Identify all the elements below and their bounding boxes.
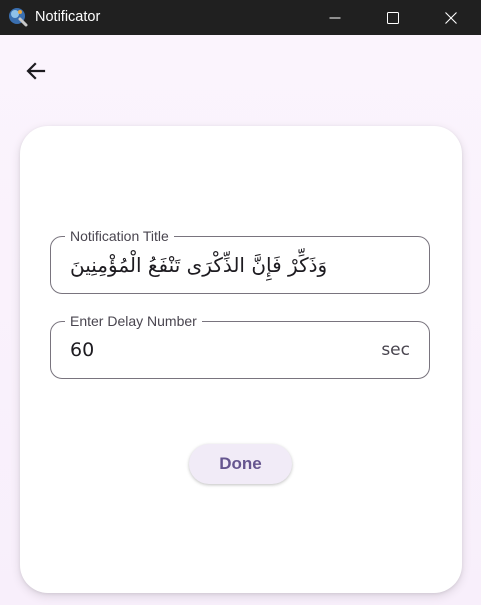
arrow-left-icon xyxy=(26,62,46,80)
maximize-button[interactable] xyxy=(363,0,423,35)
delay-unit-suffix: sec xyxy=(381,340,410,360)
app-logo-icon xyxy=(9,8,28,27)
maximize-icon xyxy=(387,11,399,24)
notification-title-field[interactable]: Notification Title وَذَكِّرْ فَإِنَّ الذ… xyxy=(50,227,430,294)
minimize-button[interactable] xyxy=(305,0,365,35)
delay-number-field[interactable]: Enter Delay Number 60 sec xyxy=(50,312,430,379)
title-bar: Notificator xyxy=(0,0,481,35)
notification-title-input[interactable]: وَذَكِّرْ فَإِنَّ الذِّكْرَى تَنْفَعُ ال… xyxy=(70,237,370,293)
window-title: Notificator xyxy=(35,9,101,25)
back-button[interactable] xyxy=(16,53,56,89)
form-card: Notification Title وَذَكِّرْ فَإِنَّ الذ… xyxy=(20,126,462,593)
minimize-icon xyxy=(329,17,341,18)
close-button[interactable] xyxy=(421,0,481,35)
done-button[interactable]: Done xyxy=(189,444,292,484)
close-icon xyxy=(445,11,457,24)
app-content: Notification Title وَذَكِّرْ فَإِنَّ الذ… xyxy=(0,35,481,605)
delay-number-input[interactable]: 60 xyxy=(70,322,370,378)
